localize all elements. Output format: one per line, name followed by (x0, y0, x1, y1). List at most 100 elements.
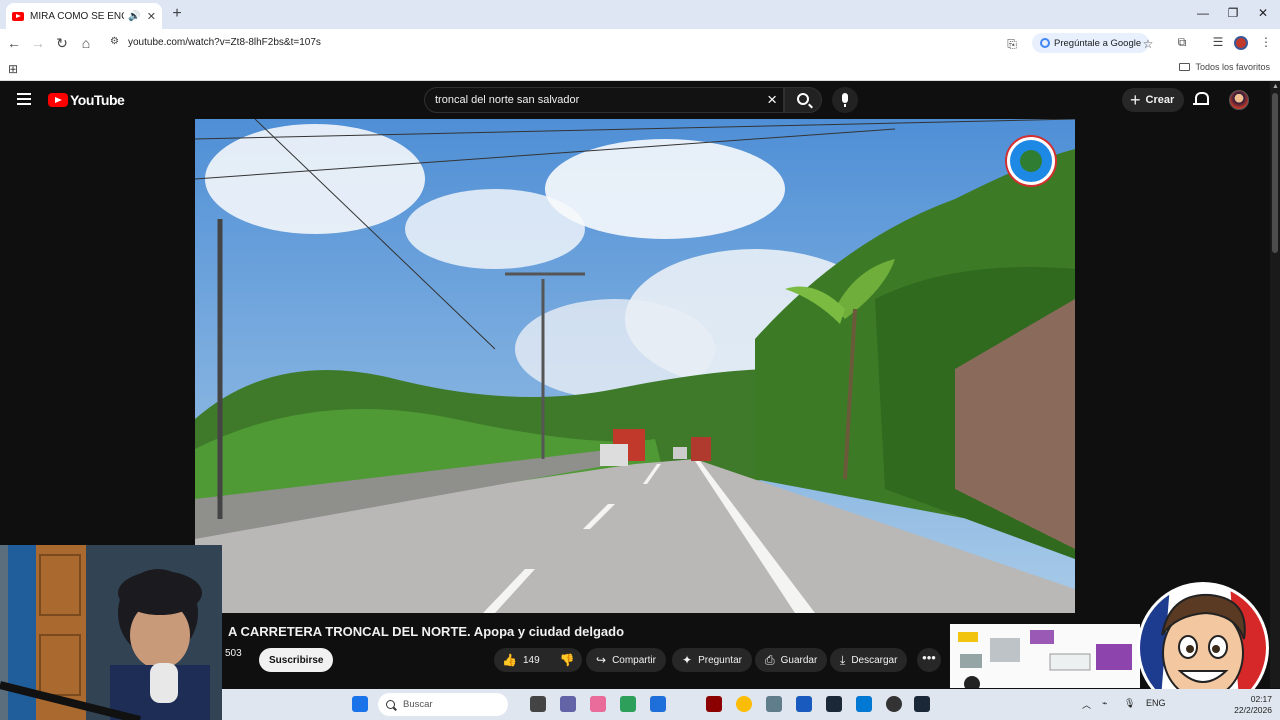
like-dislike-group: 👍 149 👎 (494, 648, 582, 672)
windows-start-icon[interactable] (352, 696, 368, 712)
video-frame (195, 119, 1075, 613)
restore-button[interactable]: ❐ (1218, 6, 1248, 20)
tab-title: MIRA COMO SE ENCUENTR (30, 10, 124, 22)
outlook-icon[interactable] (650, 696, 666, 712)
copilot-icon[interactable] (590, 696, 606, 712)
notifications-bell-icon[interactable] (1193, 92, 1209, 106)
plus-icon: + (1130, 90, 1141, 110)
apps-grid-icon[interactable]: ⊞ (8, 62, 18, 76)
install-app-icon[interactable]: ⎘ (1004, 37, 1020, 52)
youtube-favicon-icon (12, 11, 24, 21)
share-button[interactable]: ↪ Compartir (586, 648, 666, 672)
video-player[interactable] (195, 119, 1075, 613)
steam-secondary-icon[interactable] (914, 696, 930, 712)
taskbar-search-box[interactable]: Buscar (378, 693, 508, 716)
more-options-button[interactable]: ••• (917, 648, 941, 672)
save-button[interactable]: ⎙ Guardar (755, 648, 828, 672)
sparkle-icon: ✦ (682, 653, 693, 667)
video-title: A CARRETERA TRONCAL DEL NORTE. Apopa y c… (228, 624, 625, 639)
new-tab-button[interactable]: + (168, 5, 186, 23)
forward-icon[interactable]: → (28, 34, 48, 52)
camera-icon[interactable] (766, 696, 782, 712)
tray-chevron-icon[interactable]: ︿ (1082, 698, 1091, 711)
thumbs-up-icon[interactable]: 👍 (502, 653, 517, 667)
word-icon[interactable] (796, 696, 812, 712)
ask-button[interactable]: ✦ Preguntar (672, 648, 752, 672)
scrollbar-thumb[interactable] (1272, 93, 1278, 253)
clock-date: 22/2/2026 (1234, 705, 1272, 715)
hamburger-menu-icon[interactable] (17, 93, 31, 105)
store-icon[interactable] (856, 696, 872, 712)
windows-taskbar: Buscar (222, 689, 1140, 720)
clear-search-icon[interactable]: × (767, 91, 777, 109)
speaker-icon[interactable]: 🔊 (128, 11, 140, 22)
youtube-header: YouTube troncal del norte san salvador ×… (0, 81, 1270, 119)
microphone-icon (842, 93, 848, 107)
channel-watermark-logo[interactable] (1007, 137, 1055, 185)
menu-dots-icon[interactable]: ⋮ (1258, 35, 1274, 49)
extensions-icon[interactable]: ⧉ (1174, 35, 1190, 50)
address-bar[interactable]: ⚙ youtube.com/watch?v=Zt8-8lhF2bs&t=107s… (104, 31, 1174, 55)
taskbar-clock[interactable]: 02:17 22/2/2026 (1234, 694, 1272, 716)
taskbar-search-placeholder: Buscar (403, 699, 433, 710)
youtube-play-icon (48, 93, 68, 107)
url-text[interactable]: youtube.com/watch?v=Zt8-8lhF2bs&t=107s (128, 37, 321, 48)
youtube-logo[interactable]: YouTube (48, 92, 125, 108)
search-box[interactable]: troncal del norte san salvador × (424, 87, 784, 113)
capcut-icon[interactable] (706, 696, 722, 712)
browser-tab[interactable]: MIRA COMO SE ENCUENTR 🔊 ✕ (6, 3, 162, 29)
back-icon[interactable]: ← (4, 34, 24, 52)
all-bookmarks-button[interactable]: Todos los favoritos (1179, 62, 1270, 72)
subscribe-button[interactable]: Suscribirse (259, 648, 334, 672)
save-label: Guardar (780, 654, 818, 666)
youtube-logo-text: YouTube (70, 92, 125, 108)
ask-label: Preguntar (698, 654, 742, 666)
profile-avatar[interactable] (1234, 36, 1248, 50)
close-window-button[interactable]: ✕ (1248, 6, 1278, 20)
search-icon (797, 93, 809, 105)
recommended-video-thumbnail[interactable] (950, 624, 1140, 688)
ask-google-label: Pregúntale a Google (1054, 37, 1142, 49)
recommended-thumbnail-art (950, 624, 1140, 688)
home-icon[interactable]: ⌂ (76, 34, 96, 52)
webcam-overlay (0, 545, 222, 720)
page-scrollbar[interactable]: ▲ (1270, 81, 1280, 688)
clock-time: 02:17 (1250, 694, 1272, 704)
taskbar-search-icon (386, 700, 395, 709)
app-green-icon[interactable] (620, 696, 636, 712)
minimize-button[interactable]: — (1188, 6, 1218, 20)
reading-list-icon[interactable]: ☰ (1210, 35, 1226, 49)
microphone-tray-icon[interactable]: 🎙 (1124, 698, 1135, 709)
google-lens-icon (1040, 38, 1050, 48)
like-count[interactable]: 149 (523, 655, 540, 666)
network-icon[interactable]: ⌁ (1102, 698, 1107, 709)
browser-toolbar: ← → ↻ ⌂ ⚙ youtube.com/watch?v=Zt8-8lhF2b… (0, 29, 1280, 57)
video-info-area: A CARRETERA TRONCAL DEL NORTE. Apopa y c… (222, 613, 950, 689)
star-icon[interactable]: ☆ (1140, 37, 1156, 51)
subscriber-count: 503 (225, 648, 242, 659)
reload-icon[interactable]: ↻ (52, 34, 72, 52)
task-view-icon[interactable] (530, 696, 546, 712)
ask-google-button[interactable]: Pregúntale a Google (1032, 33, 1150, 53)
close-tab-icon[interactable]: ✕ (147, 10, 156, 23)
steam-icon[interactable] (826, 696, 842, 712)
download-icon: ⤓ (840, 652, 846, 667)
bookmarks-bar: ⊞ Todos los favoritos (0, 57, 1280, 81)
download-label: Descargar (851, 654, 898, 666)
create-button[interactable]: + Crear (1122, 88, 1185, 112)
all-bookmarks-label: Todos los favoritos (1195, 62, 1270, 72)
teams-icon[interactable] (560, 696, 576, 712)
chrome-icon[interactable] (736, 696, 752, 712)
folder-icon (1179, 63, 1191, 71)
bookmark-icon: ⎙ (765, 652, 775, 667)
language-indicator[interactable]: ENG (1146, 698, 1166, 708)
search-input[interactable]: troncal del norte san salvador (435, 94, 755, 106)
scroll-up-arrow-icon[interactable]: ▲ (1272, 83, 1279, 90)
site-info-icon[interactable]: ⚙ (110, 36, 119, 47)
obs-icon[interactable] (886, 696, 902, 712)
account-avatar[interactable] (1229, 90, 1249, 110)
search-button[interactable] (784, 87, 822, 113)
voice-search-button[interactable] (832, 87, 858, 113)
download-button[interactable]: ⤓ Descargar (830, 648, 908, 672)
thumbs-down-icon[interactable]: 👎 (560, 653, 575, 667)
